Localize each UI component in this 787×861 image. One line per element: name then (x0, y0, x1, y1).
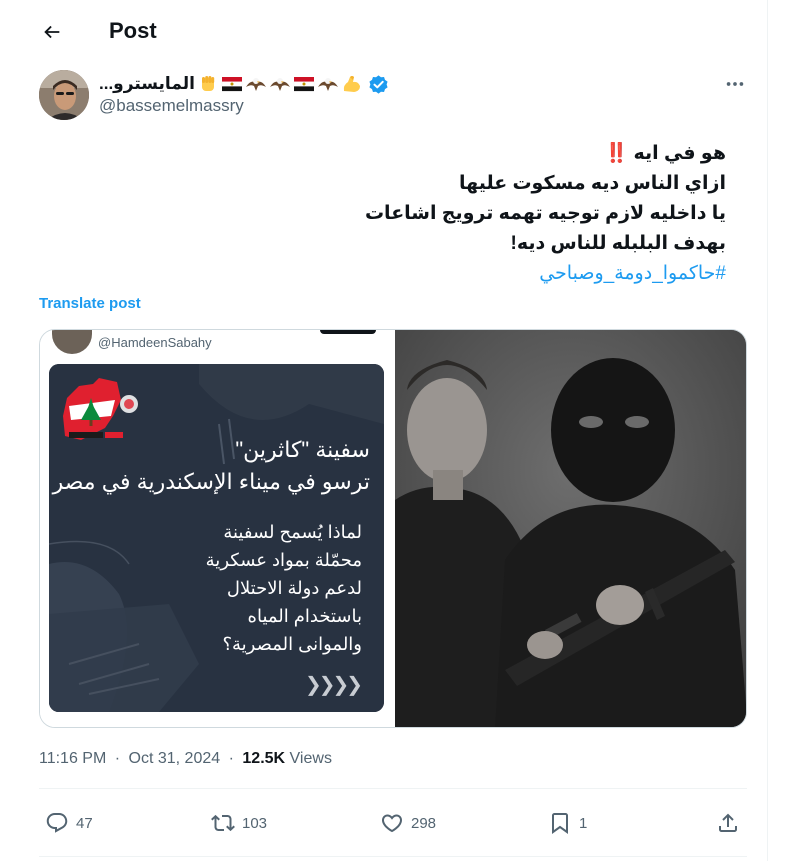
embedded-avatar (52, 330, 92, 354)
divider (39, 856, 747, 857)
card-headline-line: سفينة "كاثرين" (235, 437, 370, 462)
card-body-line: لماذا يُسمح لسفينة (223, 522, 362, 542)
views-label: Views (289, 750, 332, 767)
embedded-handle: @HamdeenSabahy (98, 335, 212, 350)
egypt-flag-icon (293, 77, 315, 92)
meta-separator: · (228, 750, 234, 767)
post-line: ازاي الناس ديه مسكوت عليها (459, 173, 726, 194)
embedded-follow-button (320, 330, 376, 334)
hashtag-link[interactable]: #حاكموا_دومة_وصباحي (26, 259, 726, 289)
back-button[interactable] (32, 12, 72, 52)
bookmark-count: 1 (579, 814, 588, 832)
post-text: هو في ايه ‼️ ازاي الناس ديه مسكوت عليها … (26, 139, 726, 289)
meta-separator: · (114, 750, 121, 767)
post-line: بهدف البلبله للناس ديه! (510, 233, 727, 254)
post-line: يا داخليه لازم توجيه تهمه ترويج اشاعات (364, 203, 726, 224)
media-photo-image[interactable] (395, 330, 746, 727)
post-time[interactable]: 11:16 PM (39, 750, 106, 767)
post-line: هو في ايه ‼️ (604, 143, 726, 164)
egypt-flag-icon (221, 77, 243, 92)
author-handle[interactable]: @bassemelmassry (99, 96, 244, 116)
post-media[interactable]: @HamdeenSabahy سفينة "كاثرين" ترسو في مي… (39, 329, 747, 728)
post-meta: 11:16 PM · Oct 31, 2024 · 12.5K Views (39, 750, 332, 768)
translate-post-link[interactable]: Translate post (39, 295, 141, 312)
like-count: 298 (411, 814, 437, 832)
media-screenshot-image[interactable]: @HamdeenSabahy سفينة "كاثرين" ترسو في مي… (40, 330, 395, 727)
two-men-photo (395, 330, 746, 727)
card-body-line: لدعم دولة الاحتلال (226, 578, 362, 598)
repost-icon (211, 814, 235, 832)
more-options-button[interactable] (718, 70, 752, 98)
eagle-icon (269, 78, 290, 91)
verified-badge-icon (369, 74, 388, 94)
share-icon (719, 813, 737, 832)
heart-icon (381, 814, 403, 833)
like-button[interactable]: 298 (380, 800, 436, 846)
card-headline-line: ترسو في ميناء الإسكندرية في مصر (52, 469, 370, 494)
bookmark-button[interactable]: 1 (548, 800, 587, 846)
reply-button[interactable]: 47 (45, 800, 93, 846)
chevrons-icon: ❯❯❯❯ (305, 674, 363, 696)
eagle-icon (317, 78, 338, 91)
reply-icon (46, 813, 68, 833)
page-header: Post (0, 0, 768, 64)
views-count: 12.5K (242, 750, 286, 767)
action-bar: 47 103 298 1 (39, 800, 747, 846)
share-button[interactable] (716, 800, 740, 846)
author-avatar[interactable] (39, 70, 89, 120)
card-body-line: محمّلة بمواد عسكرية (205, 550, 362, 570)
repost-button[interactable]: 103 (211, 800, 267, 846)
divider (39, 788, 747, 789)
eagle-icon (245, 78, 266, 91)
card-headline: سفينة "كاثرين" ترسو في ميناء الإسكندرية … (53, 434, 370, 498)
bookmark-icon (552, 813, 568, 834)
post-date[interactable]: Oct 31, 2024 (129, 750, 221, 767)
avatar-photo (39, 70, 89, 120)
author-display-name[interactable]: ...المايسترو (99, 72, 389, 96)
flexed-biceps-icon (343, 76, 360, 92)
card-body-line: باستخدام المياه (247, 606, 362, 626)
page-title: Post (109, 18, 157, 43)
card-body-line: والموانى المصرية؟ (222, 634, 362, 654)
repost-count: 103 (242, 814, 268, 832)
raised-fist-icon (201, 76, 215, 91)
card-body: لماذا يُسمح لسفينة محمّلة بمواد عسكرية ل… (206, 518, 362, 658)
author-name-text: ...المايسترو (99, 74, 195, 93)
arrow-left-icon (44, 25, 60, 39)
reply-count: 47 (76, 814, 93, 832)
more-horizontal-icon (726, 82, 744, 86)
news-card: سفينة "كاثرين" ترسو في ميناء الإسكندرية … (49, 364, 384, 712)
post-detail-column: Post ...المايسترو @bassemelmassry هو في … (0, 0, 768, 861)
